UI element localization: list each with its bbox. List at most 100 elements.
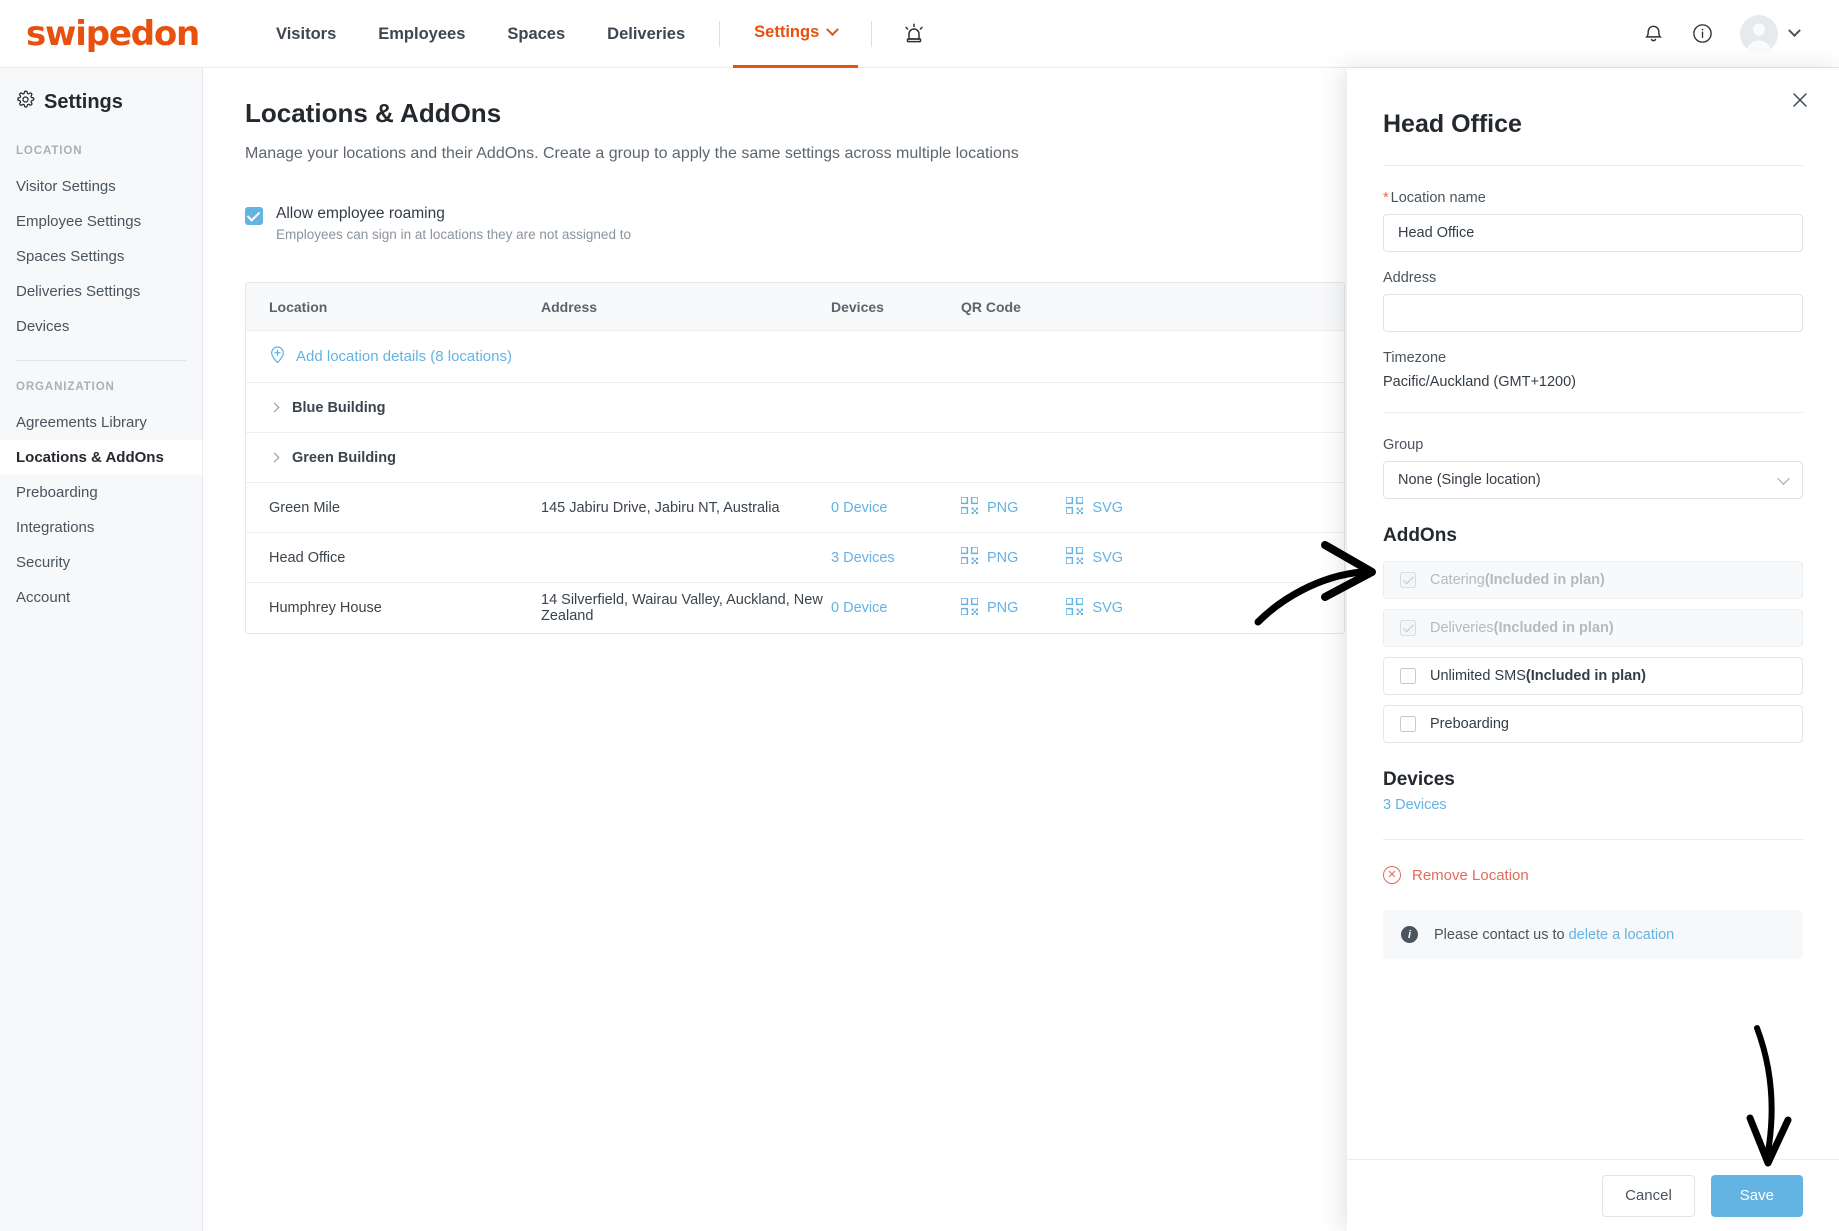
sidebar-item-deliveries-settings[interactable]: Deliveries Settings xyxy=(0,274,202,309)
sidebar-item-employee-settings[interactable]: Employee Settings xyxy=(0,204,202,239)
nav-right-actions xyxy=(1642,14,1813,53)
sidebar-title: Settings xyxy=(0,90,202,115)
qr-png-link[interactable]: PNG xyxy=(960,546,1019,568)
addon-unlimited-sms-checkbox[interactable] xyxy=(1400,668,1416,684)
remove-location-button[interactable]: ✕ Remove Location xyxy=(1383,866,1803,884)
nav-item-spaces[interactable]: Spaces xyxy=(486,0,586,68)
add-location-details-row[interactable]: Add location details (8 locations) xyxy=(246,331,1344,383)
allow-roaming-checkbox[interactable] xyxy=(245,207,263,225)
close-icon[interactable] xyxy=(1788,88,1812,112)
column-header-location: Location xyxy=(269,298,328,315)
location-detail-panel: Head Office *Location name Address Timez… xyxy=(1347,68,1839,1231)
group-row-blue-building[interactable]: Blue Building xyxy=(246,400,541,416)
qr-png-label: PNG xyxy=(987,499,1019,516)
qr-png-label: PNG xyxy=(987,549,1019,566)
location-devices-link[interactable]: 0 Device xyxy=(831,500,887,516)
group-name: Blue Building xyxy=(292,399,386,416)
qr-png-link[interactable]: PNG xyxy=(960,496,1019,518)
location-address-cell: 145 Jabiru Drive, Jabiru NT, Australia xyxy=(541,499,780,516)
location-name-cell: Head Office xyxy=(269,549,346,566)
qr-svg-label: SVG xyxy=(1092,600,1124,616)
group-row-green-building[interactable]: Green Building xyxy=(246,450,541,466)
sidebar-item-agreements-library[interactable]: Agreements Library xyxy=(0,405,202,440)
location-name-input[interactable] xyxy=(1383,214,1803,252)
location-devices-link[interactable]: 3 Devices xyxy=(831,550,895,566)
nav-item-settings-label: Settings xyxy=(754,23,820,41)
sidebar-item-integrations[interactable]: Integrations xyxy=(0,510,202,545)
location-devices-link[interactable]: 0 Device xyxy=(831,600,887,616)
sidebar-item-devices[interactable]: Devices xyxy=(0,309,202,344)
info-icon: i xyxy=(1401,926,1418,943)
sidebar-item-account[interactable]: Account xyxy=(0,580,202,615)
user-menu[interactable] xyxy=(1740,14,1801,53)
main-nav-links: Visitors Employees Spaces Deliveries Set… xyxy=(255,0,943,68)
nav-item-employees[interactable]: Employees xyxy=(357,0,486,68)
panel-divider xyxy=(1383,165,1803,166)
allow-roaming-description: Employees can sign in at locations they … xyxy=(276,227,631,242)
qr-svg-link[interactable]: SVG xyxy=(1065,596,1124,619)
addon-deliveries-label: Deliveries xyxy=(1430,620,1494,636)
qr-svg-link[interactable]: SVG xyxy=(1065,546,1123,568)
addon-unlimited-sms[interactable]: Unlimited SMS (Included in plan) xyxy=(1383,657,1803,695)
qr-png-link[interactable]: PNG xyxy=(960,596,1018,619)
qr-svg-link[interactable]: SVG xyxy=(1065,496,1123,518)
qr-code-icon xyxy=(960,496,979,518)
alarm-beacon-icon[interactable] xyxy=(885,21,943,47)
save-button[interactable]: Save xyxy=(1710,1174,1803,1217)
table-row[interactable]: Green Mile 145 Jabiru Drive, Jabiru NT, … xyxy=(246,483,1344,533)
nav-item-settings[interactable]: Settings xyxy=(733,0,859,68)
location-name-cell: Humphrey House xyxy=(269,600,382,616)
sidebar-item-spaces-settings[interactable]: Spaces Settings xyxy=(0,239,202,274)
column-header-qr-code: QR Code xyxy=(961,298,1021,315)
qr-code-icon xyxy=(1065,546,1085,568)
cancel-button[interactable]: Cancel xyxy=(1602,1174,1695,1217)
table-row[interactable]: Humphrey House 14 Silverfield, Wairau Va… xyxy=(246,583,1344,633)
info-text: Please contact us to xyxy=(1434,926,1569,943)
location-name-cell: Green Mile xyxy=(269,499,340,516)
panel-scroll-area: Head Office *Location name Address Timez… xyxy=(1347,68,1839,1159)
nav-divider xyxy=(719,20,721,47)
location-name-label: * Location name xyxy=(1383,190,1803,206)
add-location-details-link[interactable]: Add location details (8 locations) xyxy=(269,345,541,368)
location-name-label-text: Location name xyxy=(1390,190,1486,206)
location-name-field-group: * Location name xyxy=(1383,190,1803,252)
address-input[interactable] xyxy=(1383,294,1803,332)
addon-deliveries: Deliveries (Included in plan) xyxy=(1383,609,1803,647)
addon-preboarding[interactable]: Preboarding xyxy=(1383,705,1803,743)
sidebar-item-preboarding[interactable]: Preboarding xyxy=(0,475,202,510)
delete-location-info-box: i Please contact us to delete a location xyxy=(1383,910,1803,959)
table-header-row: Location Address Devices QR Code xyxy=(246,283,1344,331)
panel-footer: Cancel Save xyxy=(1347,1159,1839,1231)
sidebar-item-visitor-settings[interactable]: Visitor Settings xyxy=(0,169,202,204)
table-row[interactable]: Head Office 3 Devices PNG SVG xyxy=(246,533,1344,583)
devices-section-title: Devices xyxy=(1383,769,1455,790)
notifications-bell-icon[interactable] xyxy=(1642,22,1665,45)
qr-code-icon xyxy=(1065,596,1085,619)
nav-item-deliveries[interactable]: Deliveries xyxy=(586,0,706,68)
column-header-devices: Devices xyxy=(831,298,884,315)
swipedon-logo[interactable]: swipedon xyxy=(26,14,200,54)
table-row[interactable]: Blue Building xyxy=(246,383,1344,433)
sidebar-item-locations-addons[interactable]: Locations & AddOns xyxy=(0,440,202,475)
nav-divider-2 xyxy=(871,20,873,47)
chevron-right-icon xyxy=(269,402,280,413)
delete-a-location-link[interactable]: delete a location xyxy=(1569,927,1675,943)
addon-unlimited-sms-label: Unlimited SMS xyxy=(1430,668,1526,684)
addon-preboarding-checkbox[interactable] xyxy=(1400,716,1416,732)
panel-divider-2 xyxy=(1383,412,1803,413)
group-label: Group xyxy=(1383,437,1424,453)
address-label: Address xyxy=(1383,270,1437,286)
avatar xyxy=(1740,14,1778,53)
add-location-details-label: Add location details (8 locations) xyxy=(296,348,512,365)
chevron-down-icon xyxy=(826,22,840,36)
group-select[interactable] xyxy=(1383,461,1803,499)
sidebar-item-security[interactable]: Security xyxy=(0,545,202,580)
table-row[interactable]: Green Building xyxy=(246,433,1344,483)
info-circle-icon[interactable] xyxy=(1691,22,1714,45)
locations-table: Location Address Devices QR Code Add loc… xyxy=(245,282,1345,634)
addon-deliveries-checkbox xyxy=(1400,620,1416,636)
devices-count-link[interactable]: 3 Devices xyxy=(1383,797,1803,813)
nav-item-visitors[interactable]: Visitors xyxy=(255,0,357,68)
addon-catering-suffix: (Included in plan) xyxy=(1484,572,1605,588)
timezone-field-group: Timezone Pacific/Auckland (GMT+1200) xyxy=(1383,350,1803,390)
